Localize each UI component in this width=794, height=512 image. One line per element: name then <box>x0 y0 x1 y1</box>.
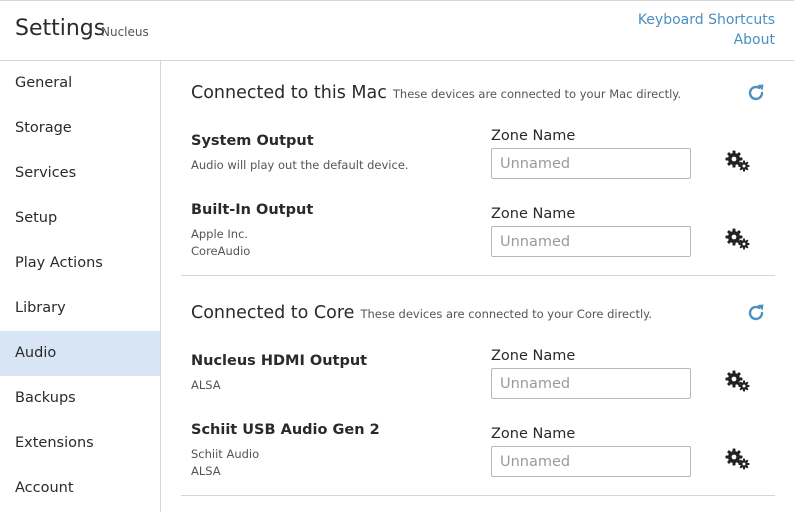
device-manufacturer: Apple Inc. <box>191 227 249 241</box>
section-divider <box>181 495 775 496</box>
section-description: These devices are connected to your Mac … <box>392 87 682 101</box>
zone-name-label: Zone Name <box>491 206 576 222</box>
sidebar-item-storage[interactable]: Storage <box>0 106 160 151</box>
gears-icon[interactable] <box>724 447 752 471</box>
section-title-core: Connected to Core These devices are conne… <box>191 303 652 323</box>
device-driver: ALSA <box>191 378 221 392</box>
sidebar-item-library[interactable]: Library <box>0 286 160 331</box>
device-driver: ALSA <box>191 464 221 478</box>
refresh-icon[interactable] <box>746 83 766 103</box>
sidebar-item-play-actions[interactable]: Play Actions <box>0 241 160 286</box>
device-name: Schiit USB Audio Gen 2 <box>191 422 380 438</box>
section-divider <box>181 275 775 276</box>
sidebar-item-setup[interactable]: Setup <box>0 196 160 241</box>
zone-name-input[interactable] <box>491 446 691 477</box>
device-driver: CoreAudio <box>191 244 251 258</box>
zone-name-input[interactable] <box>491 148 691 179</box>
zone-name-label: Zone Name <box>491 128 576 144</box>
zone-name-label: Zone Name <box>491 426 576 442</box>
device-manufacturer: Schiit Audio <box>191 447 260 461</box>
zone-name-input[interactable] <box>491 368 691 399</box>
sidebar-item-audio[interactable]: Audio <box>0 331 160 376</box>
sidebar-item-general[interactable]: General <box>0 61 160 106</box>
gears-icon[interactable] <box>724 227 752 251</box>
sidebar-item-services[interactable]: Services <box>0 151 160 196</box>
page-title: Settings <box>15 16 106 41</box>
sidebar: General Storage Services Setup Play Acti… <box>0 61 161 512</box>
section-heading: Connected to this Mac <box>191 83 387 103</box>
keyboard-shortcuts-link[interactable]: Keyboard Shortcuts <box>638 12 775 28</box>
page-subtitle: Nucleus <box>101 25 149 39</box>
refresh-icon[interactable] <box>746 303 766 323</box>
about-link[interactable]: About <box>734 32 775 48</box>
device-name: System Output <box>191 133 314 149</box>
audio-settings-panel: Connected to this Mac These devices are c… <box>161 61 794 512</box>
sidebar-item-backups[interactable]: Backups <box>0 376 160 421</box>
gears-icon[interactable] <box>724 369 752 393</box>
device-name: Built-In Output <box>191 202 314 218</box>
zone-name-input[interactable] <box>491 226 691 257</box>
zone-name-label: Zone Name <box>491 348 576 364</box>
section-heading: Connected to Core <box>191 303 355 323</box>
sidebar-item-extensions[interactable]: Extensions <box>0 421 160 466</box>
gears-icon[interactable] <box>724 149 752 173</box>
section-title-mac: Connected to this Mac These devices are c… <box>191 83 681 103</box>
header: Settings Nucleus Keyboard Shortcuts Abou… <box>0 0 794 61</box>
sidebar-item-account[interactable]: Account <box>0 466 160 511</box>
section-description: These devices are connected to your Core… <box>360 307 652 321</box>
device-name: Nucleus HDMI Output <box>191 353 368 369</box>
device-description: Audio will play out the default device. <box>191 158 409 172</box>
